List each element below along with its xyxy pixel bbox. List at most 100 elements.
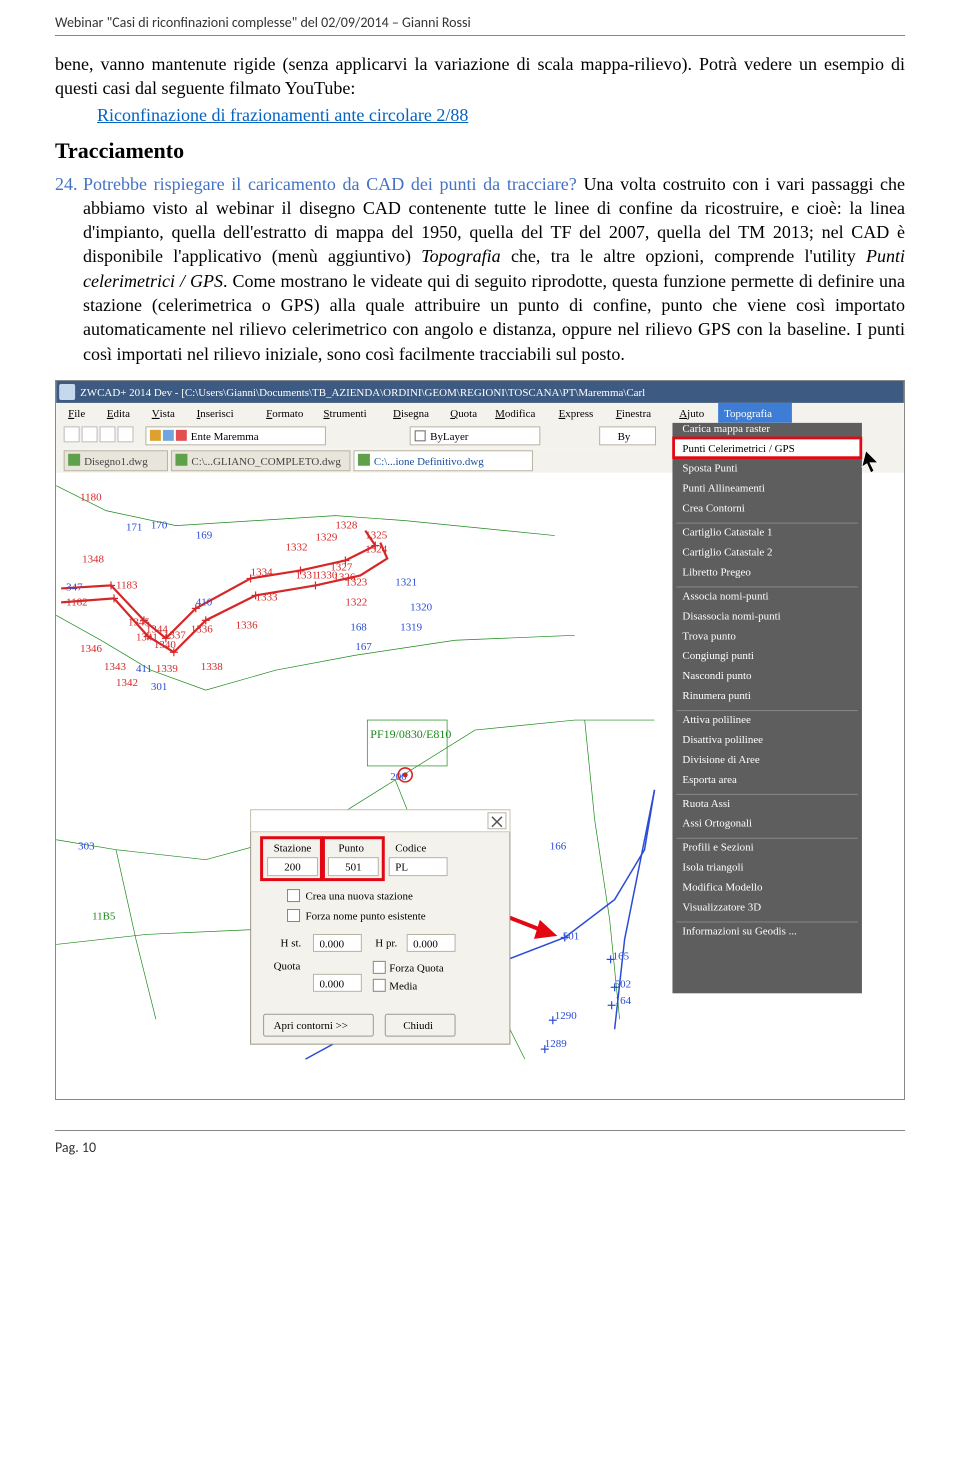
svg-text:169: 169 [196, 530, 213, 542]
svg-text:Attiva polilinee: Attiva polilinee [682, 714, 751, 726]
svg-text:Visualizzatore 3D: Visualizzatore 3D [682, 901, 761, 913]
svg-text:Stazione: Stazione [274, 843, 312, 855]
svg-text:1343: 1343 [104, 661, 126, 673]
svg-text:1290: 1290 [555, 1010, 577, 1022]
svg-text:ZWCAD+ 2014 Dev - [C:\Users\Gi: ZWCAD+ 2014 Dev - [C:\Users\Gianni\Docum… [80, 387, 645, 399]
numbered-item-24: 24. Potrebbe rispiegare il caricamento d… [55, 172, 905, 366]
svg-text:1342: 1342 [116, 677, 138, 689]
svg-text:Crea una nuova stazione: Crea una nuova stazione [305, 891, 412, 903]
page-footer: Pag. 10 [55, 1130, 905, 1156]
svg-text:1323: 1323 [345, 576, 367, 588]
svg-text:1338: 1338 [201, 661, 223, 673]
svg-text:1334: 1334 [251, 566, 273, 578]
svg-text:Finestra: Finestra [616, 408, 651, 420]
svg-text:1336: 1336 [191, 623, 213, 635]
svg-text:1331: 1331 [296, 569, 318, 581]
svg-text:Ajuto: Ajuto [679, 408, 704, 420]
paragraph-intro: bene, vanno mantenute rigide (senza appl… [55, 52, 905, 101]
svg-text:Isola triangoli: Isola triangoli [682, 862, 743, 874]
svg-text:Divisione di Aree: Divisione di Aree [682, 754, 759, 766]
svg-text:By: By [618, 431, 631, 443]
svg-text:Congiungi punti: Congiungi punti [682, 650, 754, 662]
svg-text:347: 347 [66, 581, 83, 593]
svg-text:0.000: 0.000 [413, 938, 438, 950]
svg-text:1340: 1340 [154, 639, 176, 651]
link-youtube[interactable]: Riconfinazione di frazionamenti ante cir… [97, 105, 905, 126]
svg-text:C:\...GLIANO_COMPLETO.dwg: C:\...GLIANO_COMPLETO.dwg [191, 456, 341, 468]
svg-text:File: File [68, 408, 85, 420]
svg-text:410: 410 [196, 596, 213, 608]
svg-text:Disassocia nomi-punti: Disassocia nomi-punti [682, 610, 780, 622]
svg-text:501: 501 [345, 862, 361, 874]
svg-text:Edita: Edita [107, 408, 130, 420]
svg-text:1322: 1322 [345, 596, 367, 608]
svg-text:PF19/0830/E810: PF19/0830/E810 [370, 727, 451, 741]
svg-text:Cartiglio Catastale 2: Cartiglio Catastale 2 [682, 546, 772, 558]
svg-text:0.000: 0.000 [319, 938, 344, 950]
svg-text:Punto: Punto [338, 843, 364, 855]
svg-text:1325: 1325 [365, 530, 387, 542]
svg-text:Modifica: Modifica [495, 408, 535, 420]
svg-text:Modifica Modello: Modifica Modello [682, 882, 763, 894]
svg-text:1328: 1328 [335, 520, 357, 532]
svg-text:Crea Contorni: Crea Contorni [682, 503, 744, 515]
svg-text:502: 502 [615, 978, 631, 990]
svg-text:Esporta area: Esporta area [682, 774, 737, 786]
svg-text:Inserisci: Inserisci [197, 408, 234, 420]
svg-text:Informazioni su Geodis ...: Informazioni su Geodis ... [682, 925, 797, 937]
svg-text:Ente Maremma: Ente Maremma [191, 431, 259, 443]
svg-text:Apri contorni >>: Apri contorni >> [274, 1020, 348, 1032]
svg-text:Strumenti: Strumenti [323, 408, 366, 420]
cad-screenshot: ZWCAD+ 2014 Dev - [C:\Users\Gianni\Docum… [55, 380, 905, 1100]
svg-text:11B5: 11B5 [92, 910, 116, 922]
question-text: Potrebbe rispiegare il caricamento da CA… [83, 174, 577, 194]
item-number: 24. [55, 172, 78, 196]
svg-text:Forza Quota: Forza Quota [389, 962, 444, 974]
svg-text:Express: Express [559, 408, 594, 420]
answer-part2: che, tra le altre opzioni, comprende l'u… [501, 246, 866, 266]
svg-text:Media: Media [389, 980, 417, 992]
svg-text:Disegna: Disegna [393, 408, 429, 420]
svg-text:1346: 1346 [80, 643, 102, 655]
svg-text:1332: 1332 [286, 541, 308, 553]
svg-text:170: 170 [151, 520, 168, 532]
svg-text:1320: 1320 [410, 601, 432, 613]
svg-text:168: 168 [350, 621, 367, 633]
svg-text:1289: 1289 [545, 1038, 567, 1050]
svg-text:Sposta Punti: Sposta Punti [682, 463, 737, 475]
svg-text:171: 171 [126, 522, 142, 534]
svg-text:Formato: Formato [266, 408, 304, 420]
svg-text:Rinumera punti: Rinumera punti [682, 690, 750, 702]
svg-text:1319: 1319 [400, 621, 422, 633]
svg-text:1321: 1321 [395, 576, 417, 588]
svg-text:PL: PL [395, 862, 408, 874]
svg-text:Assi Ortogonali: Assi Ortogonali [682, 818, 752, 830]
svg-text:Disegno1.dwg: Disegno1.dwg [84, 456, 148, 468]
svg-text:200: 200 [284, 862, 301, 874]
svg-text:Quota: Quota [274, 960, 301, 972]
svg-text:1180: 1180 [80, 492, 102, 504]
svg-text:411: 411 [136, 663, 152, 675]
svg-text:ByLayer: ByLayer [430, 431, 469, 443]
svg-text:1336: 1336 [236, 619, 258, 631]
svg-text:166: 166 [550, 841, 567, 853]
svg-text:Quota: Quota [450, 408, 477, 420]
svg-text:1348: 1348 [82, 553, 104, 565]
svg-text:Punti Celerimetrici / GPS: Punti Celerimetrici / GPS [682, 443, 794, 455]
svg-text:200: 200 [390, 771, 407, 783]
svg-text:301: 301 [151, 681, 167, 693]
svg-text:1182: 1182 [66, 596, 87, 608]
svg-text:1183: 1183 [116, 579, 138, 591]
page-header: Webinar "Casi di riconfinazioni compless… [55, 0, 905, 36]
svg-text:Carica mappa raster: Carica mappa raster [682, 423, 770, 435]
svg-text:Codice: Codice [395, 843, 426, 855]
svg-text:164: 164 [615, 995, 632, 1007]
svg-text:303: 303 [78, 841, 95, 853]
svg-text:Nascondi punto: Nascondi punto [682, 670, 752, 682]
svg-text:Associa nomi-punti: Associa nomi-punti [682, 590, 768, 602]
svg-text:Forza nome punto esistente: Forza nome punto esistente [305, 910, 425, 922]
svg-text:Punti Allineamenti: Punti Allineamenti [682, 483, 764, 495]
answer-italic-topografia: Topografia [421, 246, 500, 266]
svg-text:Trova punto: Trova punto [682, 630, 736, 642]
svg-text:Ruota Assi: Ruota Assi [682, 798, 730, 810]
